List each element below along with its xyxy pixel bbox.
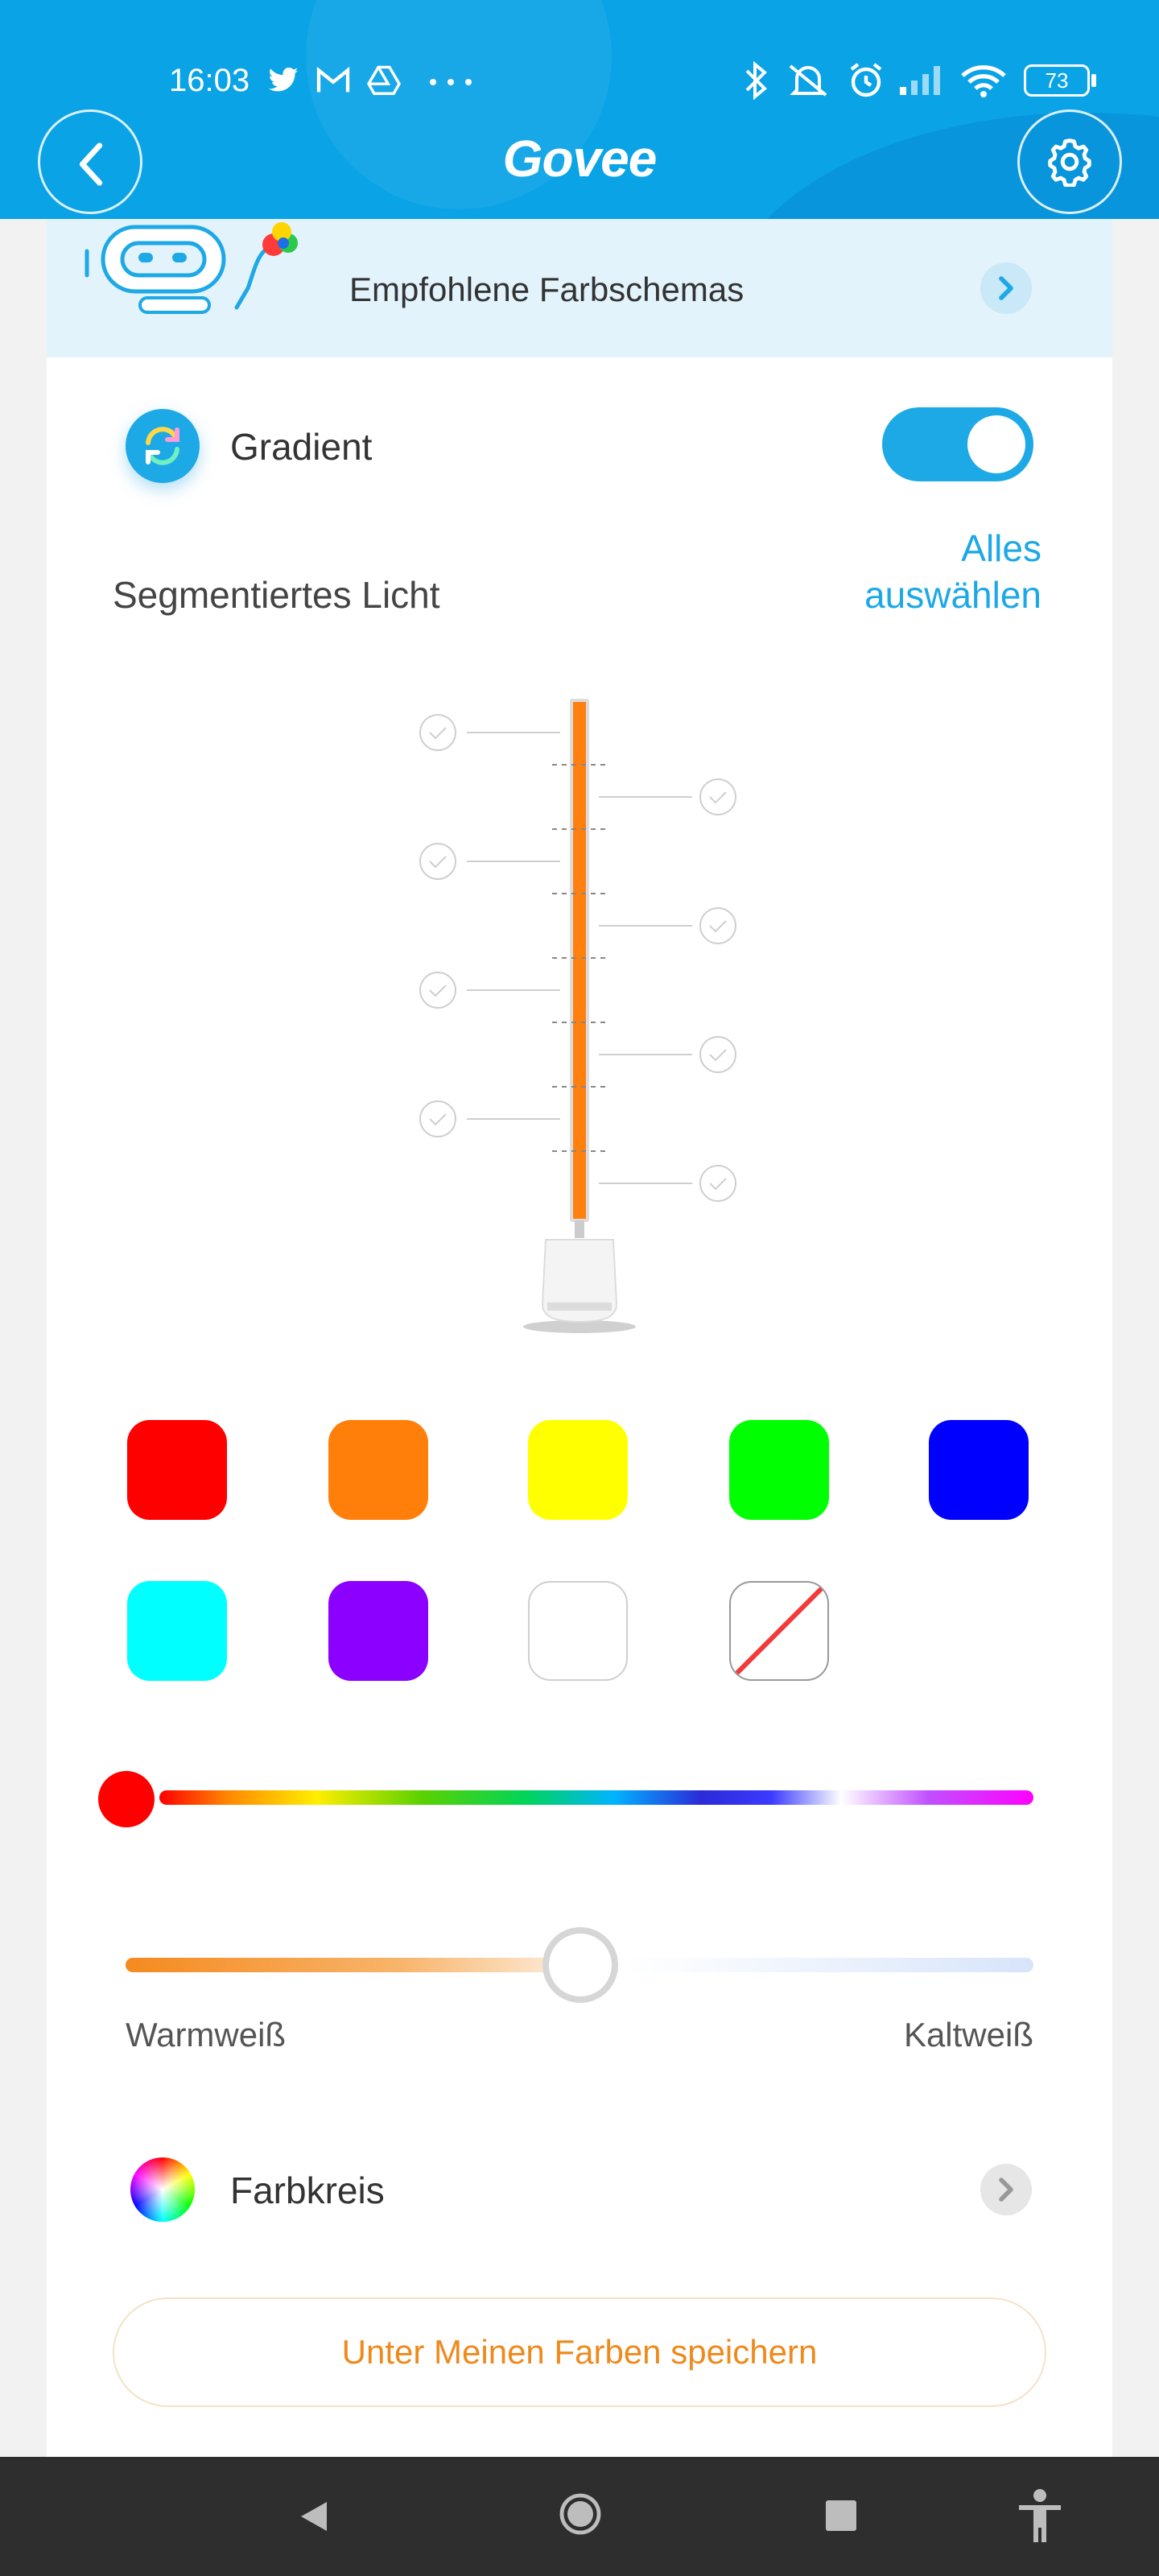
color-temperature-slider-thumb[interactable] <box>542 1927 618 2003</box>
mute-icon <box>789 64 827 97</box>
status-time: 16:03 <box>169 63 250 98</box>
hue-slider-track[interactable] <box>159 1790 1033 1805</box>
select-all-line1: Alles <box>961 527 1041 569</box>
govee-logo: Govee <box>502 130 658 188</box>
gradient-toggle[interactable] <box>882 407 1033 481</box>
signal-icon <box>900 66 940 95</box>
system-navigation-bar <box>0 2457 1159 2576</box>
select-all-line2: auswählen <box>864 574 1041 616</box>
recents-square-icon[interactable] <box>826 2500 856 2531</box>
color-wheel-label: Farbkreis <box>230 2169 385 2211</box>
twitter-icon <box>268 67 299 92</box>
accessibility-icon[interactable] <box>1014 2487 1066 2545</box>
hue-slider-thumb[interactable] <box>98 1771 155 1827</box>
robot-mascot-icon <box>85 222 298 314</box>
chevron-left-icon <box>79 142 103 186</box>
alarm-icon <box>850 63 882 97</box>
segmented-light-label: Segmentiertes Licht <box>113 574 440 616</box>
swatch-yellow[interactable] <box>528 1420 628 1520</box>
back-button[interactable] <box>38 109 142 214</box>
swatch-red[interactable] <box>127 1420 227 1520</box>
drive-icon <box>367 65 401 95</box>
swatch-white[interactable] <box>528 1581 628 1681</box>
warm-white-label: Warmweiß <box>126 2016 287 2054</box>
save-to-my-colors-label: Unter Meinen Farben speichern <box>341 2333 818 2371</box>
color-wheel-chevron[interactable] <box>980 2164 1032 2215</box>
no-color-slash-icon <box>733 1585 825 1677</box>
wifi-icon <box>961 65 1006 97</box>
battery-icon: 73 <box>1024 64 1090 97</box>
gradient-icon <box>126 409 200 483</box>
swatch-orange[interactable] <box>328 1420 428 1520</box>
swatch-blue[interactable] <box>929 1420 1029 1520</box>
color-wheel-icon <box>130 2157 195 2222</box>
save-to-my-colors-button[interactable]: Unter Meinen Farben speichern <box>113 2297 1046 2407</box>
swatch-green[interactable] <box>729 1420 829 1520</box>
home-circle-icon[interactable] <box>559 2492 602 2536</box>
gradient-label: Gradient <box>230 426 373 468</box>
bluetooth-icon <box>745 61 767 100</box>
cold-white-label: Kaltweiß <box>903 2016 1033 2054</box>
back-triangle-icon[interactable] <box>298 2499 330 2534</box>
settings-button[interactable] <box>1017 109 1122 214</box>
battery-level: 73 <box>1045 68 1069 93</box>
status-bar: 16:03 73 <box>0 48 1159 113</box>
more-dots-icon <box>430 79 472 85</box>
chevron-right-icon <box>999 2178 1013 2202</box>
app-header: 16:03 73 Govee <box>0 0 1159 219</box>
swatch-purple[interactable] <box>328 1581 428 1681</box>
banner-chevron[interactable] <box>980 262 1032 314</box>
swatch-cyan[interactable] <box>127 1581 227 1681</box>
chevron-right-icon <box>999 276 1013 300</box>
select-all-link[interactable]: Alles auswählen <box>789 525 1041 618</box>
recommended-schemes-label: Empfohlene Farbschemas <box>349 270 744 308</box>
gear-icon <box>1048 138 1091 187</box>
swatch-none[interactable] <box>729 1581 829 1681</box>
gmail-icon <box>316 66 350 93</box>
segment-lamp-diagram <box>419 699 736 1333</box>
